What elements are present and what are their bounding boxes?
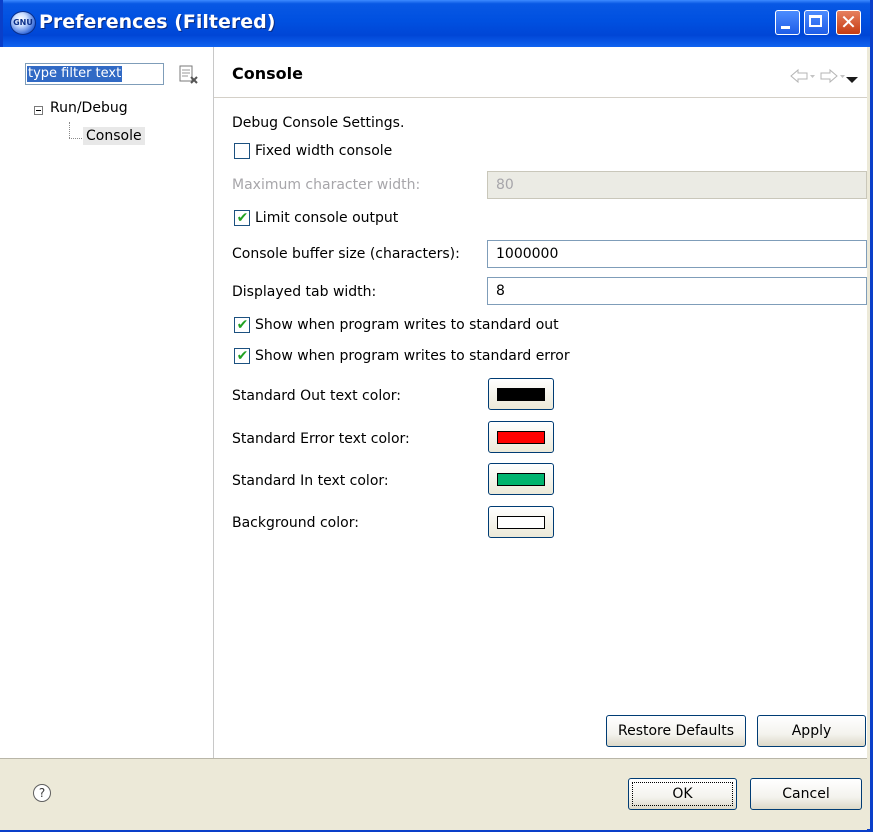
tab-width-input[interactable] [487, 277, 867, 305]
show-stderr-label: Show when program writes to standard err… [255, 348, 570, 364]
tree-item-run-debug[interactable]: Run/Debug [50, 100, 128, 116]
tree-item-console[interactable]: Console [83, 127, 145, 145]
background-color-button[interactable] [488, 506, 554, 538]
color-swatch [497, 388, 545, 401]
collapse-icon[interactable] [34, 106, 43, 115]
checkmark-icon: ✔ [236, 210, 249, 226]
view-menu-icon[interactable] [845, 70, 859, 89]
minimize-icon [781, 26, 790, 29]
checkmark-icon: ✔ [236, 317, 249, 333]
back-arrow-icon[interactable] [790, 68, 816, 88]
background-color-label: Background color: [232, 515, 359, 531]
filter-input[interactable] [25, 63, 164, 85]
color-swatch [497, 516, 545, 529]
help-icon[interactable]: ? [33, 784, 51, 802]
stderr-color-button[interactable] [488, 421, 554, 453]
tree-connector [69, 138, 82, 139]
pane-divider [213, 47, 214, 758]
tab-width-label: Displayed tab width: [232, 284, 377, 300]
checkmark-icon: ✔ [236, 348, 249, 364]
show-stdout-label: Show when program writes to standard out [255, 317, 559, 333]
header-separator [214, 97, 867, 98]
color-swatch [497, 473, 545, 486]
section-label: Debug Console Settings. [232, 115, 405, 131]
stderr-color-label: Standard Error text color: [232, 431, 410, 447]
maximize-button[interactable] [804, 10, 829, 35]
show-stdout-checkbox[interactable]: ✔ [234, 317, 250, 333]
fixed-width-label: Fixed width console [255, 143, 393, 159]
window-title: Preferences (Filtered) [39, 11, 276, 33]
focus-ring [632, 782, 733, 806]
buffer-size-label: Console buffer size (characters): [232, 246, 460, 262]
close-icon: ✕ [840, 10, 857, 34]
show-stderr-checkbox[interactable]: ✔ [234, 348, 250, 364]
limit-output-label: Limit console output [255, 210, 399, 226]
forward-arrow-icon[interactable] [820, 68, 846, 88]
cancel-button[interactable]: Cancel [750, 778, 862, 810]
dialog-content [0, 47, 867, 758]
restore-defaults-button[interactable]: Restore Defaults [606, 715, 746, 747]
clear-filter-icon[interactable] [178, 64, 200, 86]
eclipse-sphere-icon: GNU [10, 11, 36, 35]
max-char-width-label: Maximum character width: [232, 177, 421, 193]
maximize-icon [809, 15, 822, 27]
ok-button[interactable]: OK [628, 778, 737, 810]
fixed-width-checkbox[interactable] [234, 143, 250, 159]
color-swatch [497, 431, 545, 444]
stdin-color-label: Standard In text color: [232, 473, 389, 489]
title-bar[interactable]: GNU Preferences (Filtered) ✕ [3, 0, 870, 47]
stdout-color-button[interactable] [488, 378, 554, 410]
limit-output-checkbox[interactable]: ✔ [234, 210, 250, 226]
page-title: Console [232, 64, 303, 83]
close-button[interactable]: ✕ [836, 10, 861, 35]
stdin-color-button[interactable] [488, 463, 554, 495]
tree-connector [69, 122, 70, 138]
max-char-width-input[interactable] [487, 171, 867, 199]
buffer-size-input[interactable] [487, 240, 867, 268]
minimize-button[interactable] [775, 10, 800, 35]
stdout-color-label: Standard Out text color: [232, 388, 401, 404]
apply-button[interactable]: Apply [757, 715, 866, 747]
